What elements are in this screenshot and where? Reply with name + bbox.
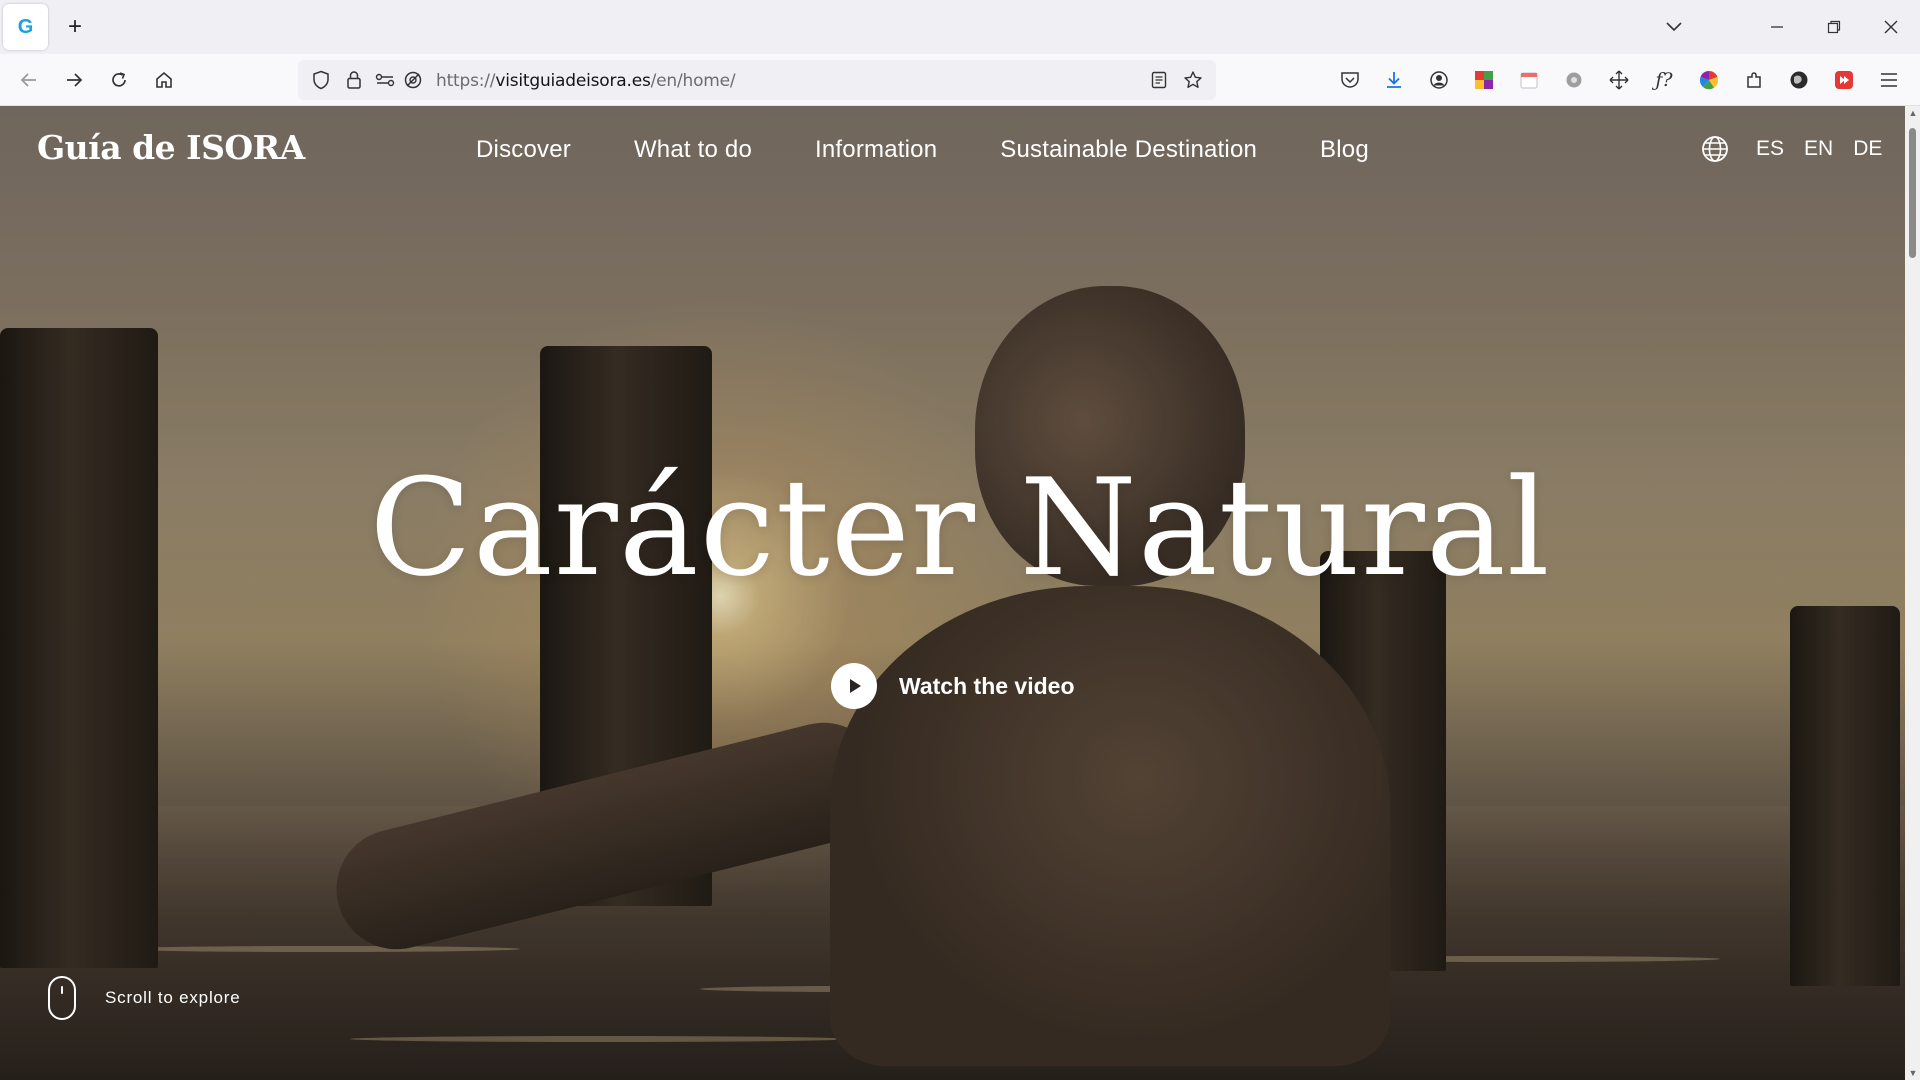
new-tab-button[interactable]: +	[60, 12, 90, 42]
permissions-icon[interactable]	[374, 69, 396, 91]
play-icon	[831, 663, 877, 709]
back-button[interactable]	[13, 64, 45, 96]
nav-discover[interactable]: Discover	[476, 136, 571, 164]
scroll-up-icon[interactable]: ▲	[1908, 108, 1918, 118]
reader-view-icon[interactable]	[1148, 69, 1170, 91]
minimize-button[interactable]	[1757, 10, 1797, 44]
site-logo[interactable]: Guía de ISORA	[37, 128, 305, 167]
pocket-icon[interactable]	[1336, 66, 1364, 94]
hamburger-menu-icon[interactable]	[1875, 66, 1903, 94]
lang-de[interactable]: DE	[1853, 137, 1882, 161]
color-wheel-icon[interactable]	[1695, 66, 1723, 94]
extensions-puzzle-icon[interactable]	[1740, 66, 1768, 94]
move-icon[interactable]	[1605, 66, 1633, 94]
page-viewport: Guía de ISORA Discover What to do Inform…	[0, 106, 1905, 1080]
url-scheme: https://	[436, 71, 496, 91]
watch-video-button[interactable]: Watch the video	[831, 663, 1075, 709]
url-domain: visitguiadeisora.es	[495, 71, 651, 91]
shield-icon[interactable]	[310, 69, 332, 91]
download-icon[interactable]	[1380, 66, 1408, 94]
globe-icon[interactable]	[1700, 134, 1730, 164]
minimize-icon	[1771, 26, 1783, 28]
media-extension-icon[interactable]	[1830, 66, 1858, 94]
reload-button[interactable]	[103, 64, 135, 96]
arrow-left-icon	[20, 73, 36, 87]
calendar-extension-icon[interactable]	[1515, 66, 1543, 94]
mouse-icon	[48, 976, 76, 1020]
page-scrollbar[interactable]: ▲ ▼	[1905, 106, 1920, 1080]
scroll-hint: Scroll to explore	[48, 976, 241, 1020]
restore-button[interactable]	[1814, 10, 1854, 44]
lang-es[interactable]: ES	[1756, 137, 1784, 161]
gear-extension-icon[interactable]	[1560, 66, 1588, 94]
language-switcher: ES EN DE	[1700, 134, 1882, 164]
browser-toolbar: https://visitguiadeisora.es/en/home/ ƒ?	[0, 54, 1920, 106]
watch-video-label: Watch the video	[899, 672, 1075, 699]
close-icon	[1884, 20, 1898, 34]
forward-button[interactable]	[58, 64, 90, 96]
scroll-down-icon[interactable]: ▼	[1908, 1068, 1918, 1078]
scroll-hint-label: Scroll to explore	[105, 988, 241, 1007]
color-extension-icon[interactable]	[1470, 66, 1498, 94]
address-bar[interactable]: https://visitguiadeisora.es/en/home/	[298, 60, 1216, 100]
main-nav: Discover What to do Information Sustaina…	[476, 136, 1369, 164]
chevron-down-icon	[1666, 22, 1682, 32]
nav-what-to-do[interactable]: What to do	[634, 136, 752, 164]
home-button[interactable]	[148, 64, 180, 96]
nav-information[interactable]: Information	[815, 136, 937, 164]
nav-blog[interactable]: Blog	[1320, 136, 1369, 164]
browser-tab-bar: G +	[0, 0, 1920, 54]
account-icon[interactable]	[1425, 66, 1453, 94]
url-text[interactable]: https://visitguiadeisora.es/en/home/	[436, 71, 736, 91]
browser-tab[interactable]: G	[3, 4, 48, 50]
lock-icon[interactable]	[343, 69, 365, 91]
restore-icon	[1827, 20, 1841, 34]
nav-sustainable-destination[interactable]: Sustainable Destination	[1000, 136, 1257, 164]
scrollbar-thumb[interactable]	[1909, 128, 1916, 258]
home-icon	[156, 71, 172, 88]
close-window-button[interactable]	[1871, 10, 1911, 44]
bookmark-star-icon[interactable]	[1182, 69, 1204, 91]
arrow-right-icon	[67, 73, 83, 87]
site-favicon-icon: G	[17, 15, 34, 38]
list-tabs-button[interactable]	[1654, 10, 1694, 44]
globe-extension-icon[interactable]	[1785, 66, 1813, 94]
reload-icon	[112, 72, 126, 87]
url-path: /en/home/	[650, 71, 736, 91]
hero-title: Carácter Natural	[369, 450, 1551, 606]
lang-en[interactable]: EN	[1804, 137, 1833, 161]
font-finder-icon[interactable]: ƒ?	[1650, 66, 1678, 94]
tracking-protection-icon[interactable]	[402, 69, 424, 91]
